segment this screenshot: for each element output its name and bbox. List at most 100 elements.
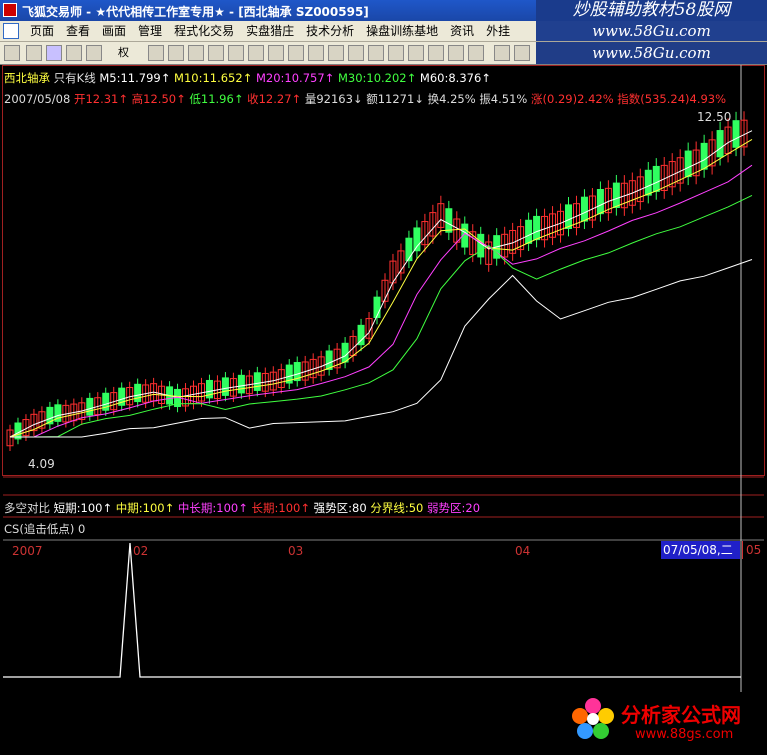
high-price-marker: 12.50 [697,110,732,124]
menu-item-page[interactable]: 页面 [24,21,60,41]
tool-icon-12[interactable] [368,45,384,61]
indicator-mid: 中期:100↑ [115,501,175,515]
chart-canvas[interactable] [0,65,767,692]
indicator-short: 短期:100↑ [53,501,113,515]
candle-42 [341,337,349,369]
candle-3 [30,408,38,437]
ma20-value: M20:10.757↑ [255,71,335,85]
dropdown-icon[interactable] [26,45,42,61]
x-axis-label-2007: 2007 [12,544,43,558]
candle-81 [652,158,660,200]
menu-item-manage[interactable]: 管理 [132,21,168,41]
toolbar: 权 www.58Gu.com [0,42,767,65]
tool-icon-14[interactable] [408,45,424,61]
tool-icon-4[interactable] [208,45,224,61]
candle-40 [325,344,333,376]
amount-value: 额11271↓ [366,92,424,106]
x-axis-label-04: 04 [515,544,531,558]
menu-logo-icon[interactable] [3,23,19,39]
menu-item-screen[interactable]: 画面 [96,21,132,41]
candle-22 [182,383,190,412]
candle-25 [205,374,213,404]
candle-54 [437,195,445,236]
tool-icon-10[interactable] [328,45,344,61]
window-title: 飞狐交易师 - ★代代相传工作室专用★ - [西北轴承 SZ000595] [22,5,369,19]
tool-icon-1[interactable] [148,45,164,61]
cursor-icon[interactable] [494,45,510,61]
chart-area[interactable]: 西北轴承 只有K线 M5:11.799↑ M10:11.652↑ M20:10.… [0,65,767,742]
menu-item-news[interactable]: 资讯 [444,21,480,41]
candle-14 [118,382,126,412]
volume-value: 量92163↓ [304,92,363,106]
menu-item-training[interactable]: 操盘训练基地 [360,21,444,41]
tool-icon-3[interactable] [188,45,204,61]
ma5-value: M5:11.799↑ [99,71,171,85]
low-price: 低11.96↑ [189,92,244,106]
candle-87 [700,134,708,178]
indicator-duokong-header[interactable]: 多空对比 短期:100↑ 中期:100↑ 中长期:100↑ 长期:100↑ 强势… [4,500,480,516]
close-price: 收12.27↑ [247,92,302,106]
candle-90 [724,118,732,163]
candle-85 [684,142,692,186]
open-price: 开12.31↑ [73,92,129,106]
indicator-cs-value: 0 [77,522,86,536]
quote-date: 2007/05/08 [4,92,71,106]
candle-66 [533,208,541,248]
candle-80 [644,162,652,204]
tool-icon-16[interactable] [448,45,464,61]
tool-icon-11[interactable] [348,45,364,61]
menu-item-plugins[interactable]: 外挂 [480,21,516,41]
x-axis-selected-date[interactable]: 07/05/08,二 [661,541,740,559]
candle-1 [14,417,22,445]
candle-35 [285,359,293,390]
ma10-value: M10:11.652↑ [174,71,253,85]
tool-icon-7[interactable] [268,45,284,61]
tool-icon-2[interactable] [168,45,184,61]
candle-76 [612,174,620,216]
candle-12 [102,387,110,416]
menu-item-hunt[interactable]: 实盘猎庄 [240,21,300,41]
menu-item-program-trading[interactable]: 程式化交易 [168,21,240,41]
candle-51 [413,220,421,259]
menu-item-view[interactable]: 查看 [60,21,96,41]
candle-5 [46,401,54,430]
stock-name: 西北轴承 [4,71,50,85]
tool-icon-9[interactable] [308,45,324,61]
cs-indicator-line [3,542,741,678]
footer-url: www.88gs.com [635,727,734,742]
candle-60 [485,234,493,272]
tool-icon-15[interactable] [428,45,444,61]
rights-dropdown[interactable]: 权 [118,45,129,61]
menu-bar: 页面 查看 画面 管理 程式化交易 实盘猎庄 技术分析 操盘训练基地 资讯 外挂… [0,21,767,42]
candle-4 [38,406,46,434]
x-axis-label-05: 05 [742,541,767,559]
indicator-weak-zone: 弱势区:20 [427,501,481,515]
tool-icon-17[interactable] [468,45,484,61]
candle-70 [564,197,572,237]
indicator-strong-zone: 强势区:80 [313,501,367,515]
tool-icon-13[interactable] [388,45,404,61]
candle-50 [405,230,413,269]
app-icon [3,3,17,17]
grid-icon[interactable] [4,45,20,61]
tool-icon-5[interactable] [228,45,244,61]
candle-0 [6,424,14,451]
indicator-cs-name: CS(追击低点) [4,522,75,536]
chart-mode[interactable]: 只有K线 [54,71,96,85]
rsi-icon[interactable] [46,45,62,61]
line-draw-icon[interactable] [514,45,530,61]
chart-icon[interactable] [66,45,82,61]
tool-icon-8[interactable] [288,45,304,61]
indicator-cs-header[interactable]: CS(追击低点) 0 [4,521,85,537]
bar-icon[interactable] [86,45,102,61]
candle-16 [134,378,142,408]
watermark-url: www.58Gu.com [536,21,767,41]
menu-item-tech-analysis[interactable]: 技术分析 [300,21,360,41]
candle-31 [253,366,261,397]
tool-icon-6[interactable] [248,45,264,61]
candle-48 [389,253,397,291]
candle-74 [596,181,604,222]
amplitude-value: 振4.51% [479,92,528,106]
indicator-midlong: 中长期:100↑ [177,501,248,515]
candle-58 [469,224,477,263]
